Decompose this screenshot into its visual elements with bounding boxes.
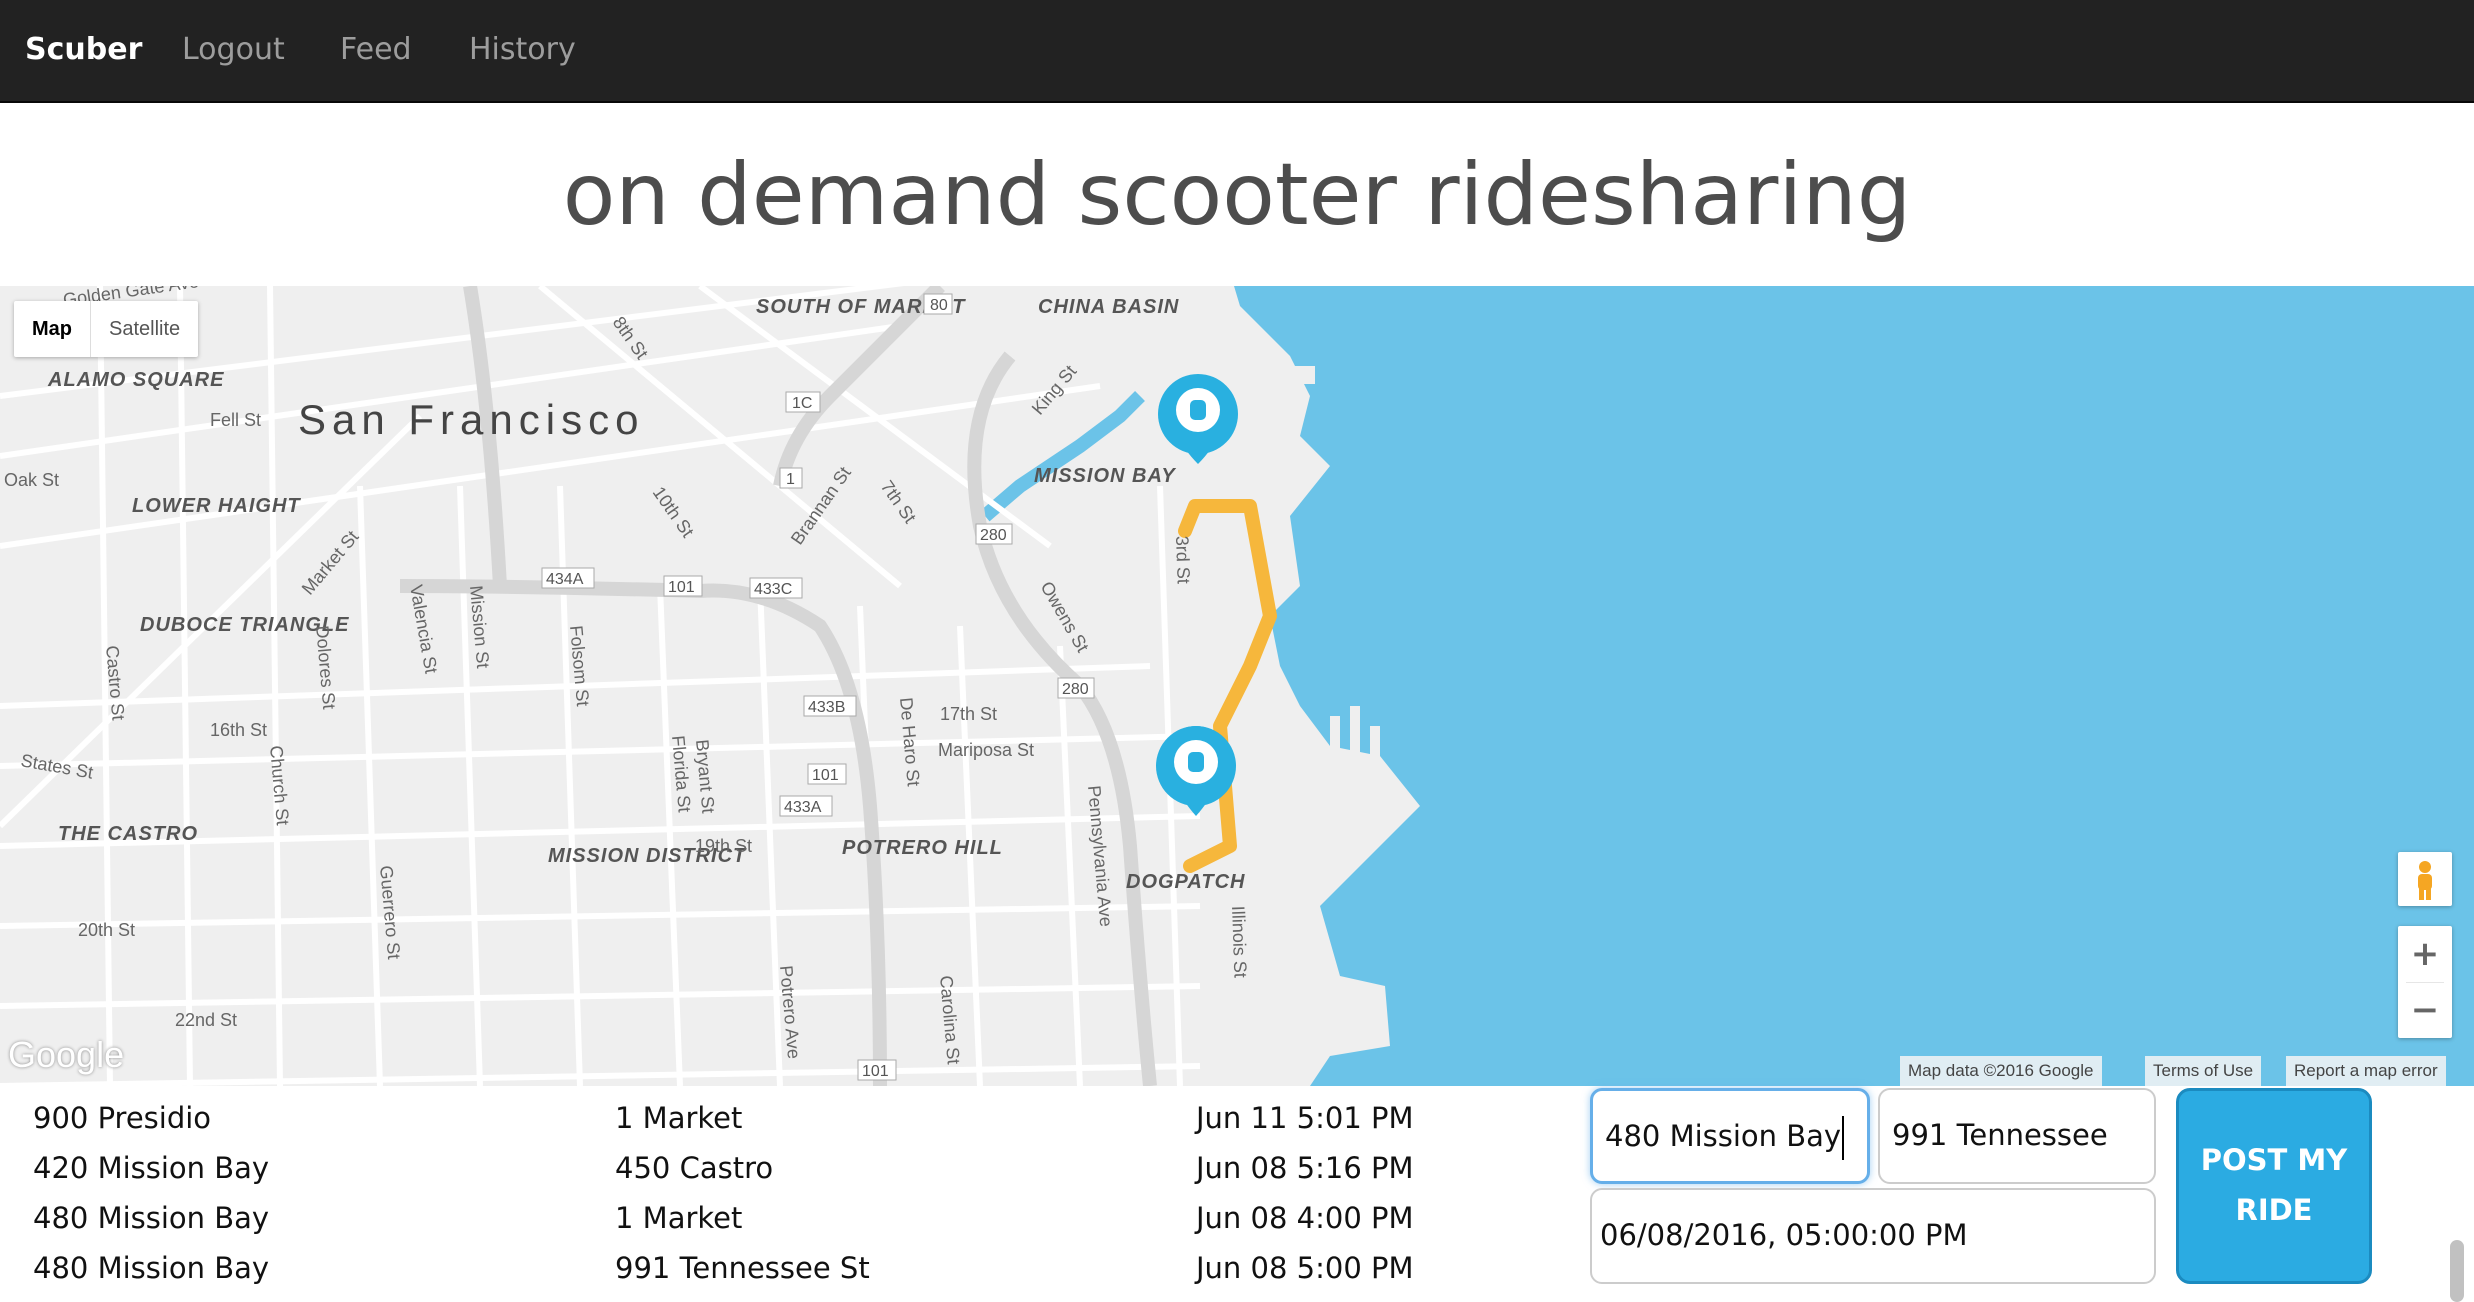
map-type-map-button[interactable]: Map <box>14 301 90 357</box>
google-logo[interactable]: Google <box>8 1034 124 1076</box>
map-label-mission-bay: MISSION BAY <box>1034 465 1176 487</box>
ride-from: 900 Presidio <box>33 1101 212 1135</box>
map-shield: 434A <box>546 571 584 588</box>
map-type-satellite-button[interactable]: Satellite <box>90 301 198 357</box>
map-street-label: Oak St <box>4 470 59 490</box>
brand-link[interactable]: Scuber <box>25 0 142 100</box>
table-row[interactable]: 480 Mission Bay 1 Market Jun 08 4:00 PM <box>0 1193 1500 1243</box>
map-water <box>1234 286 2474 1086</box>
street-view-pegman-icon[interactable] <box>2398 852 2452 906</box>
map-street-label: 20th St <box>78 920 135 940</box>
map-street-label: 16th St <box>210 720 267 740</box>
map-shield: 101 <box>862 1063 889 1080</box>
table-row[interactable]: 420 Mission Bay 450 Castro Jun 08 5:16 P… <box>0 1143 1500 1193</box>
page-scrollbar[interactable] <box>2450 1240 2464 1302</box>
map-canvas: ALAMO SQUARE LOWER HAIGHT DUBOCE TRIANGL… <box>0 286 2474 1086</box>
ride-to: 1 Market <box>615 1101 743 1135</box>
map-shield: 433A <box>784 799 822 816</box>
post-button-label-line2: RIDE <box>2235 1193 2313 1227</box>
map-shield: 280 <box>980 527 1007 544</box>
map-street-label: 3rd St <box>1172 535 1194 584</box>
navbar: Scuber Logout Feed History <box>0 0 2474 103</box>
nav-history[interactable]: History <box>469 0 576 100</box>
ride-to: 991 Tennessee St <box>615 1251 870 1285</box>
terms-of-use-link[interactable]: Terms of Use <box>2145 1056 2262 1086</box>
map-shield: 101 <box>812 767 839 784</box>
origin-input[interactable]: 480 Mission Bay <box>1590 1088 1870 1184</box>
zoom-in-button[interactable]: + <box>2398 926 2452 982</box>
map-shield: 1 <box>786 471 795 488</box>
ride-time: Jun 08 4:00 PM <box>1196 1201 1414 1235</box>
nav-logout[interactable]: Logout <box>182 0 285 100</box>
map-label-lower-haight: LOWER HAIGHT <box>132 495 301 517</box>
map-label-china-basin: CHINA BASIN <box>1038 296 1179 318</box>
table-row[interactable]: 900 Presidio 1 Market Jun 11 5:01 PM <box>0 1093 1500 1143</box>
map-street-label: 22nd St <box>175 1010 237 1030</box>
map-label-city: San Francisco <box>298 396 644 443</box>
ride-to: 1 Market <box>615 1201 743 1235</box>
post-my-ride-button[interactable]: POST MY RIDE <box>2176 1088 2372 1284</box>
zoom-out-button[interactable]: − <box>2398 982 2452 1038</box>
ride-time: Jun 08 5:00 PM <box>1196 1251 1414 1285</box>
ride-from: 420 Mission Bay <box>33 1151 270 1185</box>
ride-from: 480 Mission Bay <box>33 1201 270 1235</box>
map-label-potrero-hill: POTRERO HILL <box>842 837 1003 859</box>
map[interactable]: ALAMO SQUARE LOWER HAIGHT DUBOCE TRIANGL… <box>0 286 2474 1086</box>
map-street-label: Mariposa St <box>938 740 1034 760</box>
nav-feed[interactable]: Feed <box>340 0 412 100</box>
map-shield: 80 <box>930 297 948 314</box>
map-label-the-castro: THE CASTRO <box>58 823 198 845</box>
map-street-label: Fell St <box>210 410 261 430</box>
ride-time: Jun 08 5:16 PM <box>1196 1151 1414 1185</box>
ride-time: Jun 11 5:01 PM <box>1196 1101 1414 1135</box>
ride-to: 450 Castro <box>615 1151 774 1185</box>
table-row[interactable]: 480 Mission Bay 991 Tennessee St Jun 08 … <box>0 1243 1500 1293</box>
map-type-control: Map Satellite <box>14 301 199 357</box>
map-street-label: Illinois St <box>1228 905 1251 978</box>
map-data-attribution: Map data ©2016 Google <box>1900 1056 2102 1086</box>
map-label-alamo-square: ALAMO SQUARE <box>47 369 224 391</box>
report-map-error-link[interactable]: Report a map error <box>2286 1056 2446 1086</box>
destination-input[interactable]: 991 Tennessee St <box>1878 1088 2156 1242</box>
page-tagline: on demand scooter ridesharing <box>562 145 1912 245</box>
map-street-label: 17th St <box>940 704 997 724</box>
map-shield: 280 <box>1062 681 1089 698</box>
origin-input-value: 480 Mission Bay <box>1605 1119 1842 1153</box>
datetime-input[interactable]: 06/08/2016, 05:00:00 PM <box>1590 1188 2156 1284</box>
map-shield: 101 <box>668 579 695 596</box>
datetime-input-value: 06/08/2016, 05:00:00 PM <box>1600 1218 1968 1252</box>
map-label-dogpatch: DOGPATCH <box>1126 871 1245 893</box>
text-cursor <box>1842 1116 1845 1160</box>
pegman-icon <box>2418 861 2432 900</box>
map-street-label: 19th St <box>695 836 752 856</box>
ride-from: 480 Mission Bay <box>33 1251 270 1285</box>
map-shield: 1C <box>792 395 812 412</box>
zoom-control: + − <box>2398 926 2452 1038</box>
post-button-label-line1: POST MY <box>2200 1143 2348 1177</box>
map-shield: 433C <box>754 581 792 598</box>
map-shield: 433B <box>808 699 845 716</box>
